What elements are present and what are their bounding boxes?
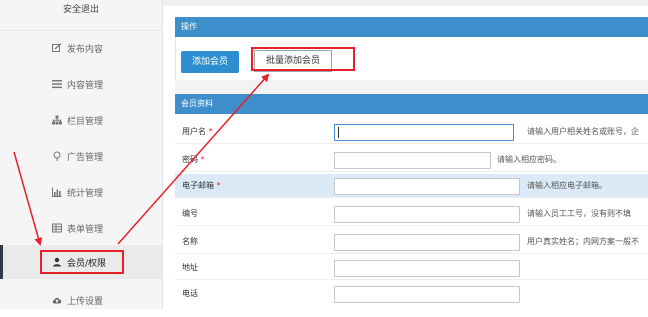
ops-panel-body bbox=[175, 37, 648, 80]
sidebar-item-stats[interactable]: 统计管理 bbox=[0, 175, 162, 209]
logout-link[interactable]: 安全退出 bbox=[0, 0, 162, 31]
pin-icon bbox=[50, 149, 64, 163]
sidebar-item-members[interactable]: 会员/权限 bbox=[0, 245, 162, 279]
user-group-icon bbox=[50, 255, 64, 269]
name-label: 名称 bbox=[182, 237, 198, 246]
address-label: 地址 bbox=[182, 263, 198, 272]
name-input[interactable] bbox=[334, 234, 520, 251]
required-mark: * bbox=[200, 155, 205, 164]
username-label: 用户名 bbox=[182, 127, 206, 136]
bar-chart-icon bbox=[50, 185, 64, 199]
number-hint: 请输入员工工号，没有则不填 bbox=[527, 209, 631, 218]
cloud-upload-icon bbox=[50, 293, 64, 307]
list-icon bbox=[50, 77, 64, 91]
form-row-name: 名称 用户真实姓名；内网方案一般不 bbox=[175, 230, 648, 254]
sidebar-item-columns[interactable]: 栏目管理 bbox=[0, 103, 162, 137]
username-input[interactable] bbox=[334, 124, 514, 141]
sidebar-item-label: 广告管理 bbox=[67, 152, 104, 163]
profile-panel-title: 会员资料 bbox=[175, 94, 648, 114]
sidebar-item-label: 栏目管理 bbox=[67, 116, 104, 127]
table-icon bbox=[50, 221, 64, 235]
number-input[interactable] bbox=[334, 206, 520, 223]
ops-panel-title: 操作 bbox=[175, 17, 648, 37]
edit-icon bbox=[50, 41, 64, 55]
form-row-password: 密码 * 请输入相应密码。 bbox=[175, 148, 648, 172]
sidebar-item-content[interactable]: 内容管理 bbox=[0, 67, 162, 101]
sidebar-item-label: 内容管理 bbox=[67, 80, 104, 91]
sidebar-item-label: 会员/权限 bbox=[67, 258, 107, 269]
form-row-phone: 电话 bbox=[175, 282, 648, 306]
sidebar-item-upload[interactable]: 上传设置 bbox=[0, 283, 162, 317]
form-row-email: 电子邮箱 * 请输入相应电子邮箱。 bbox=[175, 174, 648, 198]
sidebar-item-label: 统计管理 bbox=[67, 188, 104, 199]
main-content: 操作 添加会员 批量添加会员 会员资料 用户名 * 请输入用户相关姓名或账号，企… bbox=[163, 0, 648, 309]
name-hint: 用户真实姓名；内网方案一般不 bbox=[527, 237, 639, 246]
sidebar-item-label: 上传设置 bbox=[67, 296, 104, 307]
form-row-number: 编号 请输入员工工号，没有则不填 bbox=[175, 202, 648, 226]
email-label: 电子邮箱 bbox=[182, 181, 214, 190]
top-strip bbox=[163, 0, 648, 6]
email-input[interactable] bbox=[334, 178, 520, 195]
sidebar-item-publish[interactable]: 发布内容 bbox=[0, 31, 162, 65]
address-input[interactable] bbox=[334, 260, 520, 277]
phone-label: 电话 bbox=[182, 289, 198, 298]
sidebar-item-forms[interactable]: 表单管理 bbox=[0, 211, 162, 245]
batch-add-member-button[interactable]: 批量添加会员 bbox=[254, 50, 332, 72]
username-hint: 请输入用户相关姓名或账号，企 bbox=[527, 127, 639, 136]
sidebar-item-label: 表单管理 bbox=[67, 224, 104, 235]
form-row-address: 地址 bbox=[175, 256, 648, 280]
password-input[interactable] bbox=[334, 152, 491, 169]
phone-input[interactable] bbox=[334, 286, 520, 303]
sidebar-item-label: 发布内容 bbox=[67, 44, 104, 55]
password-hint: 请输入相应密码。 bbox=[497, 155, 561, 164]
sidebar: 安全退出 发布内容 内容管理 栏目管理 广告管理 统计管理 表单管理 会员/权限… bbox=[0, 0, 163, 309]
sidebar-item-ads[interactable]: 广告管理 bbox=[0, 139, 162, 173]
panel-gap bbox=[175, 80, 648, 94]
number-label: 编号 bbox=[182, 209, 198, 218]
form-row-username: 用户名 * 请输入用户相关姓名或账号，企 bbox=[175, 120, 648, 144]
sitemap-icon bbox=[50, 113, 64, 127]
add-member-button[interactable]: 添加会员 bbox=[181, 51, 239, 73]
required-mark: * bbox=[216, 181, 221, 190]
required-mark: * bbox=[208, 127, 213, 136]
email-hint: 请输入相应电子邮箱。 bbox=[527, 181, 607, 190]
password-label: 密码 bbox=[182, 155, 198, 164]
